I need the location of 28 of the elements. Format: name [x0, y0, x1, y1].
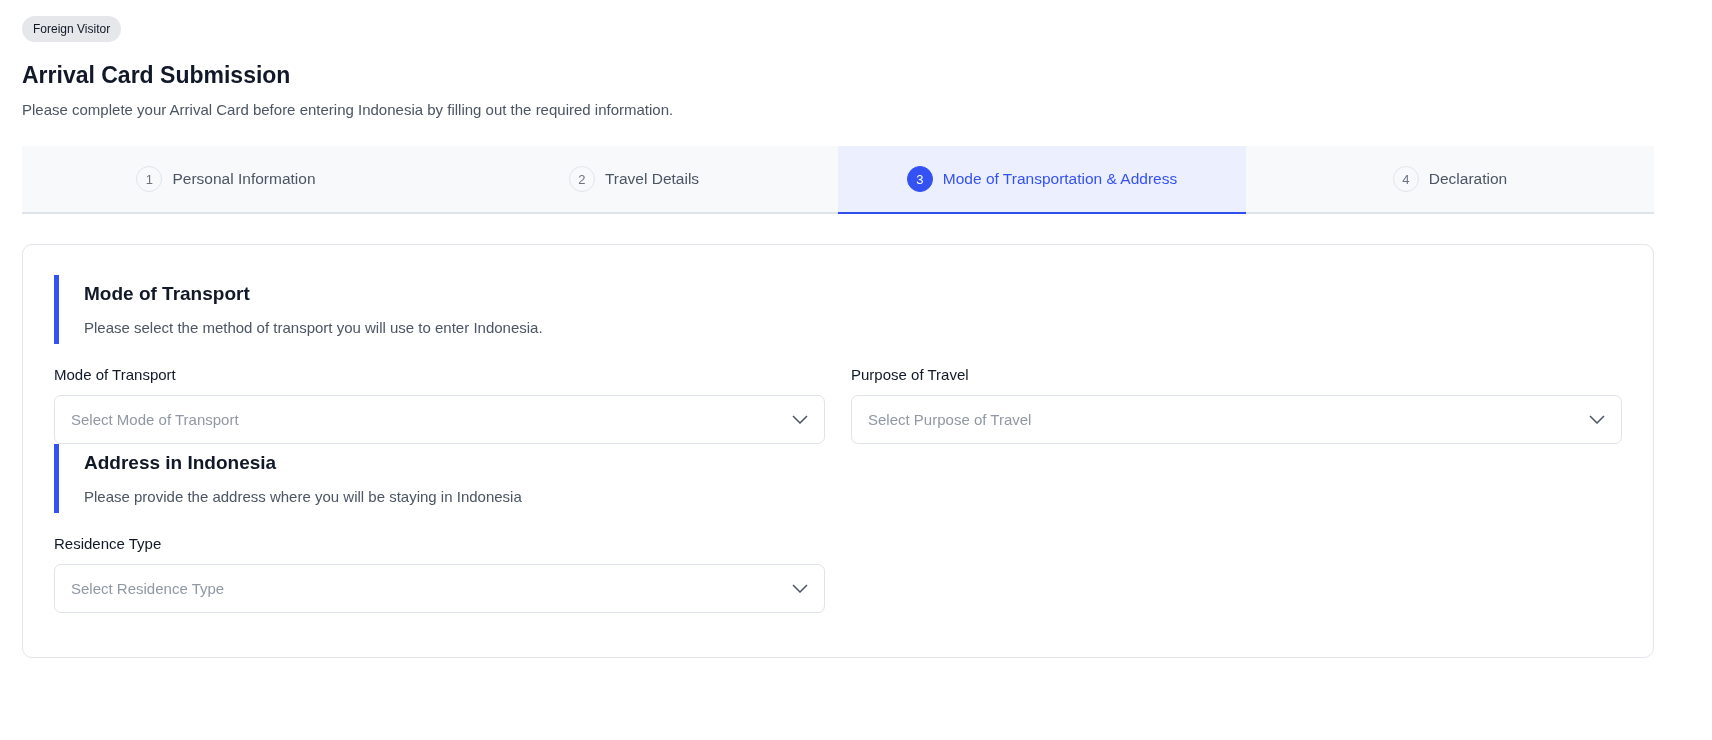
section-description: Please select the method of transport you will use to enter Indonesia. — [84, 319, 544, 336]
select-placeholder: Select Purpose of Travel — [868, 411, 1032, 428]
section-heading: Address in Indonesia — [84, 452, 278, 474]
step-tab[interactable]: 4 Declaration — [1246, 146, 1654, 214]
step-label: Declaration — [1428, 170, 1508, 188]
field-label: Purpose of Travel — [851, 366, 970, 383]
section-heading: Mode of Transport — [84, 283, 251, 305]
chevron-down-icon — [792, 584, 808, 593]
step-number: 3 — [906, 166, 933, 192]
section-description: Please provide the address where you will be staying in Indonesia — [84, 488, 523, 505]
step-label: Mode of Transportation & Address — [942, 170, 1178, 188]
step-tab[interactable]: 3 Mode of Transportation & Address — [838, 146, 1246, 214]
field-label: Mode of Transport — [54, 366, 177, 383]
visitor-badge: Foreign Visitor — [22, 16, 122, 42]
select-field[interactable]: Select Purpose of Travel — [851, 395, 1622, 444]
step-label: Personal Information — [172, 170, 316, 188]
field-label: Residence Type — [54, 535, 163, 552]
step-tab[interactable]: 2 Travel Details — [430, 146, 838, 214]
page-subtitle: Please complete your Arrival Card before entering Indonesia by filling out the required information. — [22, 101, 674, 118]
select-placeholder: Select Mode of Transport — [71, 411, 239, 428]
chevron-down-icon — [792, 415, 808, 424]
step-tab[interactable]: 1 Personal Information — [22, 146, 430, 214]
step-label: Travel Details — [604, 170, 700, 188]
select-field[interactable]: Select Mode of Transport — [54, 395, 825, 444]
page-title: Arrival Card Submission — [22, 62, 291, 89]
select-field[interactable]: Select Residence Type — [54, 564, 825, 613]
chevron-down-icon — [1589, 415, 1605, 424]
select-placeholder: Select Residence Type — [71, 580, 225, 597]
